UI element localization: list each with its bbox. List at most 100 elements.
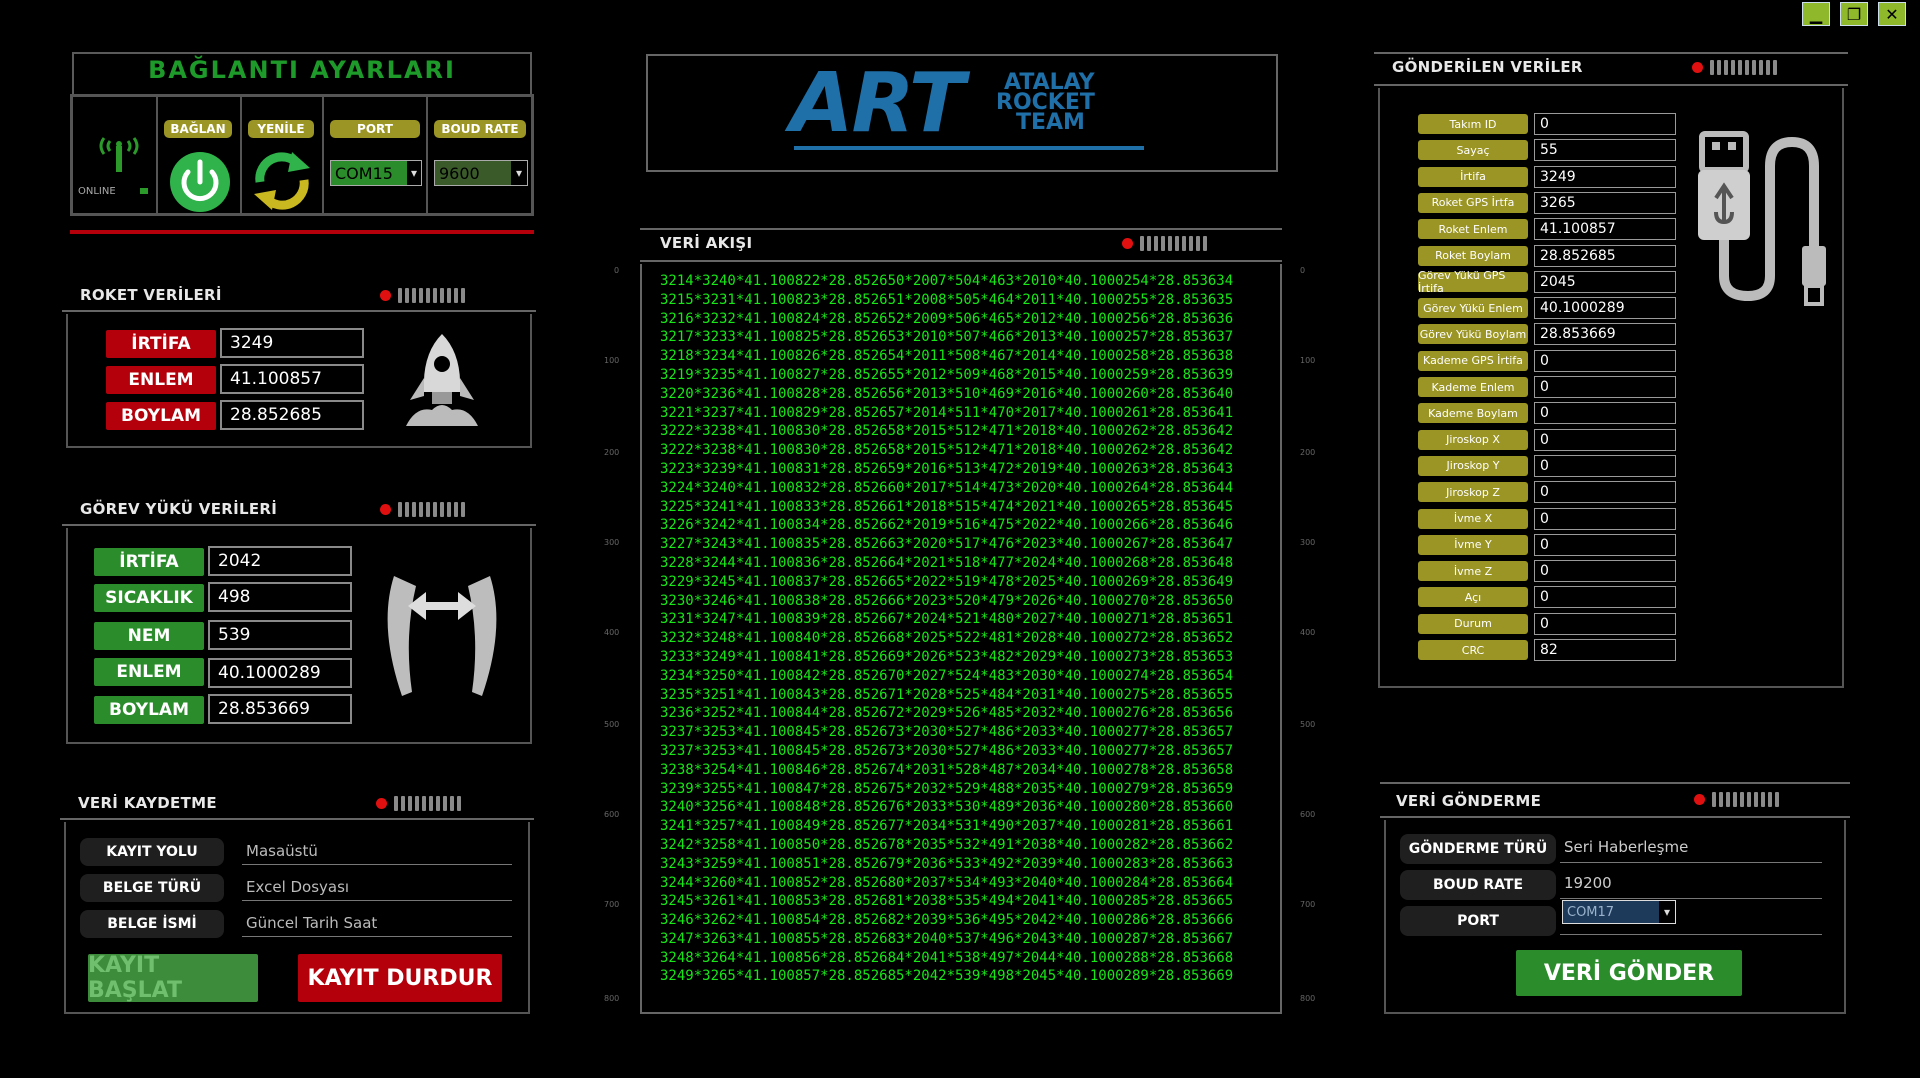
ruler-tick: 700: [1300, 900, 1316, 909]
port-label: PORT: [330, 120, 420, 138]
send-panel: VERİ GÖNDERME GÖNDERME TÜRÜ Seri Haberle…: [1380, 780, 1850, 1018]
send-port-select-value: COM17: [1563, 901, 1659, 923]
payload-panel: GÖREV YÜKÜ VERİLERİ İRTİFA 2042 SICAKLIK…: [62, 494, 536, 748]
stream-ruler-left: 0 100 200 300 400 500 600 700 800: [600, 266, 640, 1006]
sent-label: Roket Boylam: [1418, 245, 1528, 266]
sent-value: 0: [1534, 560, 1676, 583]
stream-line: 3230*3246*41.100838*28.852666*2023*520*4…: [660, 592, 1234, 609]
sent-value: 0: [1534, 349, 1676, 372]
status-indicator: [376, 796, 461, 811]
stream-line: 3216*3232*41.100824*28.852652*2009*506*4…: [660, 310, 1234, 327]
sent-value: 3265: [1534, 191, 1676, 214]
chevron-down-icon[interactable]: ▾: [1659, 901, 1675, 923]
stream-line: 3245*3261*41.100853*28.852681*2038*535*4…: [660, 893, 1234, 910]
port-select-value: COM15: [331, 161, 407, 185]
ruler-tick: 300: [604, 538, 620, 547]
stream-line: 3220*3236*41.100828*28.852656*2013*510*4…: [660, 385, 1234, 402]
rail-line: [1380, 816, 1850, 818]
sent-value: 0: [1534, 113, 1676, 135]
send-port-label: PORT: [1400, 906, 1556, 936]
rail-line: [1374, 52, 1848, 54]
stream-line: 3222*3238*41.100830*28.852658*2015*512*4…: [660, 442, 1234, 459]
ruler-tick: 600: [604, 810, 620, 819]
sent-label: Kademe Enlem: [1418, 377, 1528, 397]
stream-line: 3236*3252*41.100844*28.852672*2029*526*4…: [660, 705, 1234, 722]
port-select[interactable]: COM15 ▾: [330, 160, 422, 186]
sent-value: 41.100857: [1534, 218, 1676, 241]
restore-button[interactable]: ❐: [1840, 2, 1868, 26]
rocket-value-latitude: 41.100857: [220, 364, 364, 394]
stream-line: 3221*3237*41.100829*28.852657*2014*511*4…: [660, 404, 1234, 421]
send-title: VERİ GÖNDERME: [1396, 792, 1542, 810]
send-type-value[interactable]: Seri Haberleşme: [1560, 838, 1822, 863]
ruler-tick: 100: [604, 356, 620, 365]
stream-line: 3238*3254*41.100846*28.852674*2031*528*4…: [660, 761, 1234, 778]
sent-value: 40.1000289: [1534, 297, 1676, 320]
connect-label: BAĞLAN: [164, 120, 232, 138]
online-status: ONLINE: [78, 186, 116, 197]
chevron-down-icon[interactable]: ▾: [407, 161, 421, 185]
stream-line: 3241*3257*41.100849*28.852677*2034*531*4…: [660, 818, 1234, 835]
chevron-down-icon[interactable]: ▾: [511, 161, 527, 185]
logo-underline: [794, 146, 1144, 150]
sent-value: 28.852685: [1534, 244, 1676, 267]
divider: [156, 96, 158, 214]
sent-panel: GÖNDERİLEN VERİLER Takım ID 0 Sayaç 55 İrtif…: [1374, 50, 1848, 692]
connection-panel: BAĞLANTI AYARLARI ONLINE BAĞLAN YENİLE P…: [70, 52, 534, 240]
logo-line3: TEAM: [1016, 110, 1085, 135]
refresh-icon[interactable]: [248, 148, 316, 214]
minimize-button[interactable]: ▁: [1802, 2, 1830, 26]
payload-title: GÖREV YÜKÜ VERİLERİ: [80, 500, 278, 518]
ruler-tick: 800: [1300, 994, 1316, 1003]
send-port-select[interactable]: COM17 ▾: [1562, 900, 1676, 924]
ruler-tick: 300: [1300, 538, 1316, 547]
sent-label: Açı: [1418, 587, 1528, 608]
baud-select-value: 9600: [435, 161, 511, 185]
sent-label: Kademe GPS İrtifa: [1418, 350, 1528, 371]
ruler-tick: 700: [604, 900, 620, 909]
send-baud-value[interactable]: 19200: [1560, 874, 1822, 899]
stream-line: 3214*3240*41.100822*28.852650*2007*504*4…: [660, 273, 1234, 289]
baud-select[interactable]: 9600 ▾: [434, 160, 528, 186]
rocket-icon: [406, 334, 478, 426]
sent-value: 0: [1534, 376, 1676, 398]
payload-label-humidity: NEM: [94, 622, 204, 650]
stream-line: 3235*3251*41.100843*28.852671*2028*525*4…: [660, 686, 1234, 703]
rocket-value-altitude: 3249: [220, 328, 364, 358]
signal-icon: [99, 137, 139, 172]
divider: [426, 96, 428, 214]
ruler-tick: 0: [1300, 266, 1306, 275]
record-title: VERİ KAYDETME: [78, 794, 217, 812]
stream-line: 3246*3262*41.100854*28.852682*2039*536*4…: [660, 912, 1234, 929]
close-button[interactable]: ✕: [1878, 2, 1906, 26]
record-stop-button[interactable]: KAYIT DURDUR: [298, 954, 502, 1002]
rail-line: [640, 228, 1282, 230]
refresh-label: YENİLE: [248, 120, 314, 138]
power-icon[interactable]: [168, 150, 232, 214]
stream-line: 3233*3249*41.100841*28.852669*2026*523*4…: [660, 648, 1234, 665]
record-path-value[interactable]: Masaüstü: [242, 842, 512, 865]
ruler-tick: 500: [604, 720, 620, 729]
record-name-value[interactable]: Güncel Tarih Saat: [242, 914, 512, 937]
sent-value: 0: [1534, 481, 1676, 504]
payload-label-temperature: SICAKLIK: [94, 584, 204, 612]
rail-line: [640, 260, 1282, 262]
record-type-label: BELGE TÜRÜ: [80, 874, 224, 902]
payload-label-latitude: ENLEM: [94, 658, 204, 686]
record-type-value[interactable]: Excel Dosyası: [242, 878, 512, 901]
stream-line: 3231*3247*41.100839*28.852667*2024*521*4…: [660, 611, 1234, 628]
sent-label: Görev Yükü GPS İrtifa: [1418, 269, 1528, 295]
send-type-label: GÖNDERME TÜRÜ: [1400, 834, 1556, 864]
sent-label: İrtifa: [1418, 166, 1528, 187]
logo-art-text: ART: [790, 56, 965, 151]
status-indicator: [1122, 236, 1207, 251]
ruler-tick: 400: [604, 628, 620, 637]
stream-line: 3237*3253*41.100845*28.852673*2030*527*4…: [660, 724, 1234, 741]
payload-icon: [387, 576, 497, 696]
baud-label: BOUD RATE: [434, 120, 526, 138]
rocket-panel: ROKET VERİLERİ İRTİFA 3249 ENLEM 41.1008…: [62, 280, 536, 452]
send-data-button[interactable]: VERİ GÖNDER: [1516, 950, 1742, 996]
usb-icon: [1698, 131, 1826, 306]
stream-line: 3237*3253*41.100845*28.852673*2030*527*4…: [660, 742, 1234, 759]
record-start-button[interactable]: KAYIT BAŞLAT: [88, 953, 258, 1003]
